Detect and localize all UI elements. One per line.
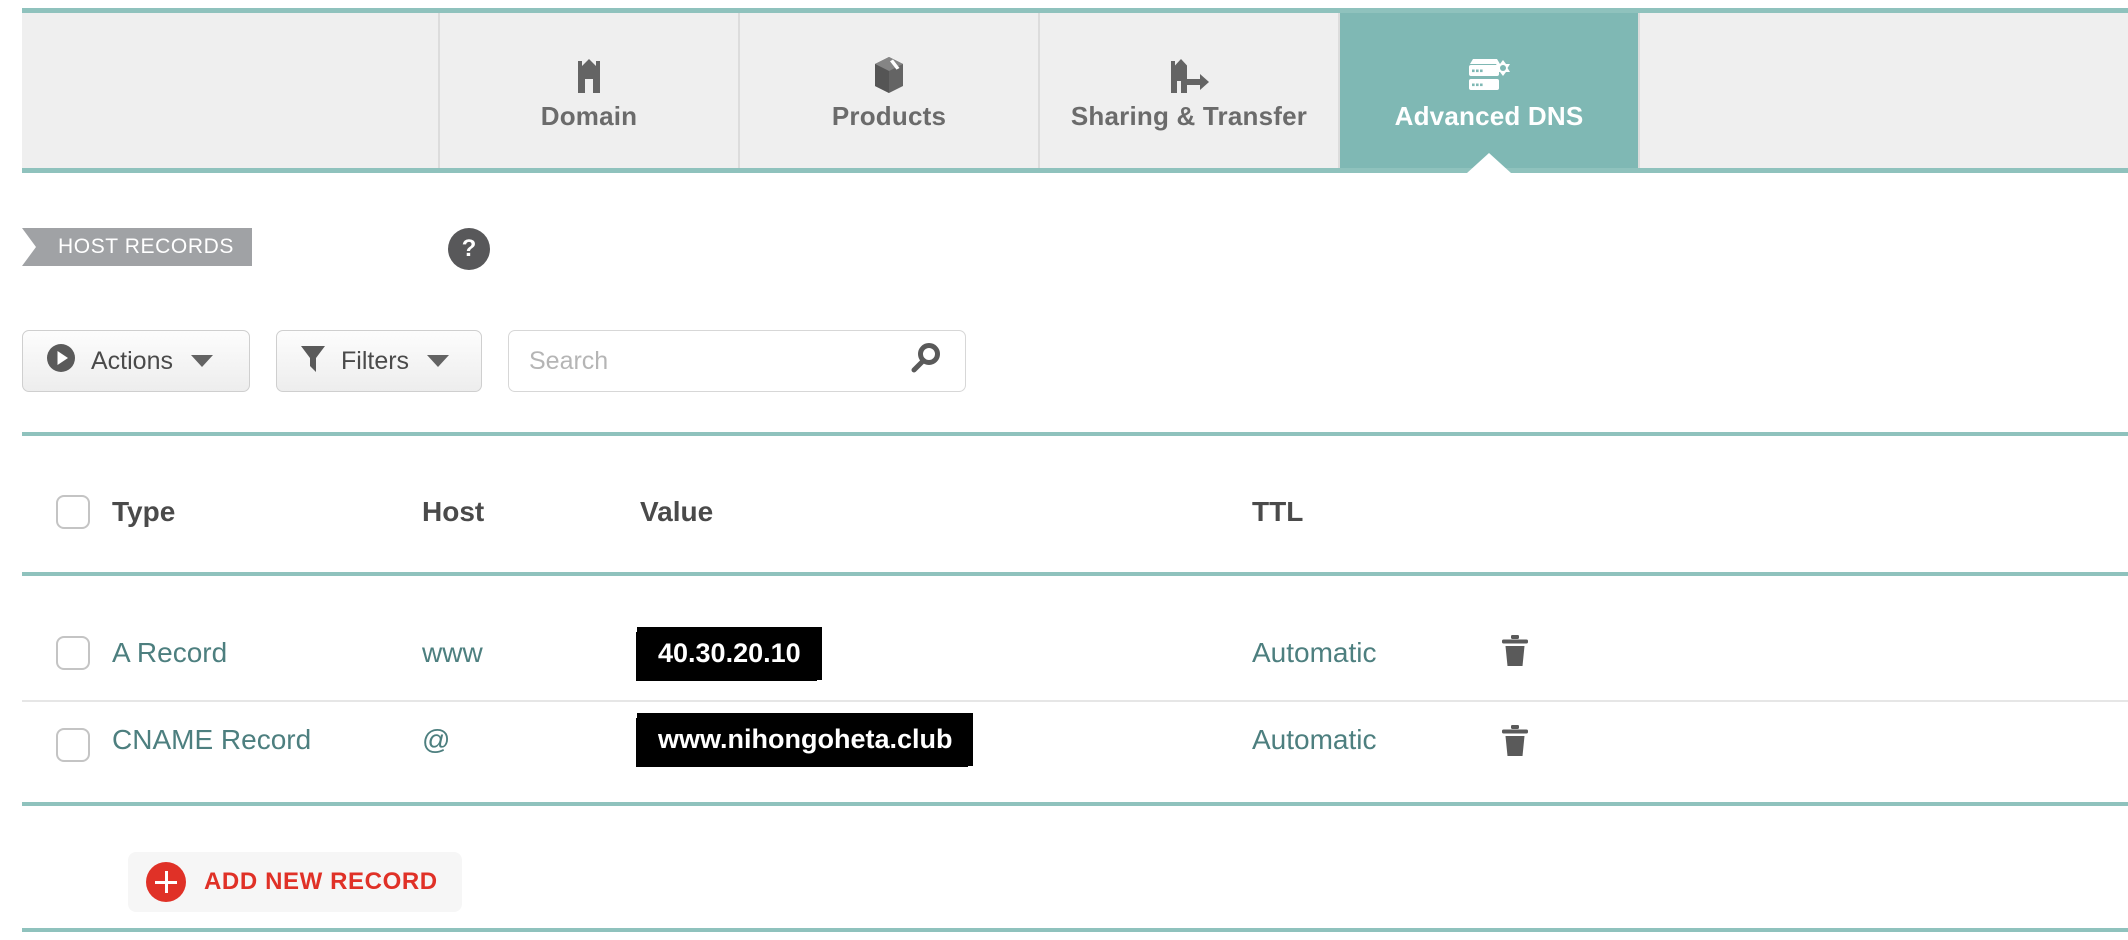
tab-sharing-transfer[interactable]: Sharing & Transfer [1040, 13, 1340, 168]
help-icon-label: ? [461, 235, 477, 262]
redaction-chip: www.nihongoheta.club [640, 716, 971, 763]
column-header-value: Value [640, 496, 714, 527]
add-new-record-label: ADD NEW RECORD [204, 868, 438, 895]
server-gear-icon [1465, 53, 1513, 95]
help-icon[interactable]: ? [448, 228, 490, 270]
advanced-dns-page: Domain Products Sharing & Transfer Advan… [0, 0, 2128, 940]
actions-button[interactable]: Actions [22, 330, 250, 392]
record-type-link[interactable]: CNAME Record [112, 724, 311, 756]
chevron-down-icon [427, 355, 450, 367]
funnel-icon [299, 342, 327, 381]
records-toolbar: Actions Filters [22, 330, 966, 392]
cut-off-top-text [150, 0, 270, 6]
plus-circle-icon [146, 862, 186, 902]
box-icon [872, 53, 906, 95]
row-checkbox[interactable] [56, 728, 90, 762]
tab-bar-left-spacer [22, 13, 440, 168]
chevron-down-icon [190, 355, 213, 367]
trash-icon[interactable] [1500, 724, 1530, 763]
header-bottom-rule [22, 572, 2128, 576]
house-icon [572, 53, 606, 95]
record-type-link[interactable]: A Record [112, 637, 227, 669]
row-checkbox[interactable] [56, 636, 90, 670]
actions-button-label: Actions [91, 346, 173, 375]
table-header-row: Type Host Value TTL [22, 480, 2128, 544]
tab-products-label: Products [831, 100, 947, 131]
table-top-rule [22, 432, 2128, 436]
tab-bar-right-spacer [1640, 13, 2128, 168]
tab-advanced-dns-label: Advanced DNS [1394, 100, 1584, 131]
tab-advanced-dns[interactable]: Advanced DNS [1340, 13, 1640, 173]
tab-sharing-transfer-label: Sharing & Transfer [1070, 100, 1308, 131]
tab-domain[interactable]: Domain [440, 13, 740, 168]
record-ttl-value: Automatic [1252, 724, 1377, 755]
table-row[interactable]: A Record www 40.30.20.10 Automatic [22, 608, 2128, 698]
table-row[interactable]: CNAME Record @ www.nihongoheta.club Auto… [22, 700, 2128, 790]
share-arrow-icon [1166, 53, 1212, 95]
add-new-record-button[interactable]: ADD NEW RECORD [128, 852, 462, 912]
column-header-ttl: TTL [1252, 496, 1304, 527]
record-host-value[interactable]: www [422, 637, 483, 669]
active-tab-notch [1467, 153, 1511, 173]
footer-rule [22, 928, 2128, 932]
host-records-banner-label: HOST RECORDS [58, 235, 234, 258]
record-host-value[interactable]: @ [422, 724, 450, 756]
domain-tab-bar: Domain Products Sharing & Transfer Advan… [22, 8, 2128, 173]
host-records-banner[interactable]: HOST RECORDS [22, 228, 252, 266]
tab-products[interactable]: Products [740, 13, 1040, 168]
search-icon[interactable] [909, 342, 943, 381]
select-all-checkbox[interactable] [56, 495, 90, 529]
record-ttl-value: Automatic [1252, 637, 1377, 668]
search-input[interactable] [509, 331, 965, 391]
redaction-chip: 40.30.20.10 [640, 629, 819, 677]
column-header-host: Host [422, 496, 485, 527]
filters-button[interactable]: Filters [276, 330, 482, 392]
table-bottom-rule [22, 802, 2128, 806]
tab-domain-label: Domain [540, 100, 638, 131]
record-value-redacted[interactable]: 40.30.20.10 [640, 629, 819, 677]
filters-button-label: Filters [341, 346, 410, 375]
trash-icon[interactable] [1500, 634, 1530, 673]
search-box[interactable] [508, 330, 966, 392]
play-circle-icon [45, 342, 77, 381]
column-header-type: Type [112, 496, 176, 527]
record-value-redacted[interactable]: www.nihongoheta.club [640, 716, 971, 763]
